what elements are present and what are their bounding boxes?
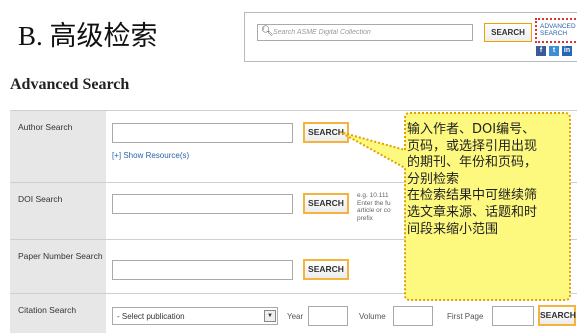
show-resources-link[interactable]: [+] Show Resource(s) xyxy=(112,151,189,160)
year-input[interactable] xyxy=(308,306,348,326)
volume-label: Volume xyxy=(359,312,386,321)
callout-line: 输入作者、DOI编号、 xyxy=(407,122,536,137)
callout-text: 输入作者、DOI编号、 页码，或选择引用出现 的期刊、年份和页码， 分别检索 在… xyxy=(407,122,572,238)
header-search-box[interactable]: 🔍︎ xyxy=(257,24,473,41)
author-search-label: Author Search xyxy=(10,111,106,182)
advanced-search-link[interactable]: ADVANCED SEARCH xyxy=(535,18,577,43)
callout-line: 间段来缩小范围 xyxy=(407,221,499,237)
first-page-label: First Page xyxy=(447,312,484,321)
publication-select[interactable]: - Select publication ▼ xyxy=(112,307,278,325)
paper-number-input[interactable] xyxy=(112,260,293,280)
asme-header-panel: 🔍︎ SEARCH ADVANCED SEARCH f t in xyxy=(244,12,577,62)
callout-line: 分别检索 xyxy=(407,171,460,187)
publication-select-value: - Select publication xyxy=(117,312,185,321)
linkedin-icon[interactable]: in xyxy=(562,46,572,56)
chevron-down-icon[interactable]: ▼ xyxy=(264,310,276,322)
citation-search-row: Citation Search - Select publication ▼ Y… xyxy=(10,293,577,333)
facebook-icon[interactable]: f xyxy=(536,46,546,56)
volume-input[interactable] xyxy=(393,306,433,326)
doi-search-input[interactable] xyxy=(112,194,293,214)
paper-number-button[interactable]: SEARCH xyxy=(303,259,349,280)
author-search-button[interactable]: SEARCH xyxy=(303,122,349,143)
callout-line: 选文章来源、话题和时 xyxy=(407,204,538,220)
header-search-button[interactable]: SEARCH xyxy=(484,23,532,42)
slide-title: B. 高级检索 xyxy=(18,21,158,51)
callout-line: 在检索结果中可继续筛 xyxy=(407,188,538,204)
social-icons: f t in xyxy=(536,46,572,56)
header-search-input[interactable] xyxy=(273,26,468,39)
year-label: Year xyxy=(287,312,304,321)
paper-number-row: Paper Number Search SEARCH xyxy=(10,239,577,293)
citation-search-label: Citation Search xyxy=(10,294,106,333)
paper-number-label: Paper Number Search xyxy=(10,240,106,293)
citation-search-button[interactable]: SEARCH xyxy=(538,305,576,326)
first-page-input[interactable] xyxy=(492,306,534,326)
search-icon: 🔍︎ xyxy=(261,26,274,37)
doi-hint-text: e.g. 10.111 Enter the fu article or co p… xyxy=(357,192,391,222)
doi-search-label: DOI Search xyxy=(10,183,106,239)
author-search-input[interactable] xyxy=(112,123,293,143)
page-title: Advanced Search xyxy=(10,76,130,93)
doi-search-button[interactable]: SEARCH xyxy=(303,193,349,214)
twitter-icon[interactable]: t xyxy=(549,46,559,56)
callout-line: 页码，或选择引用出现 xyxy=(407,138,538,154)
callout-line: 的期刊、年份和页码， xyxy=(407,155,538,171)
